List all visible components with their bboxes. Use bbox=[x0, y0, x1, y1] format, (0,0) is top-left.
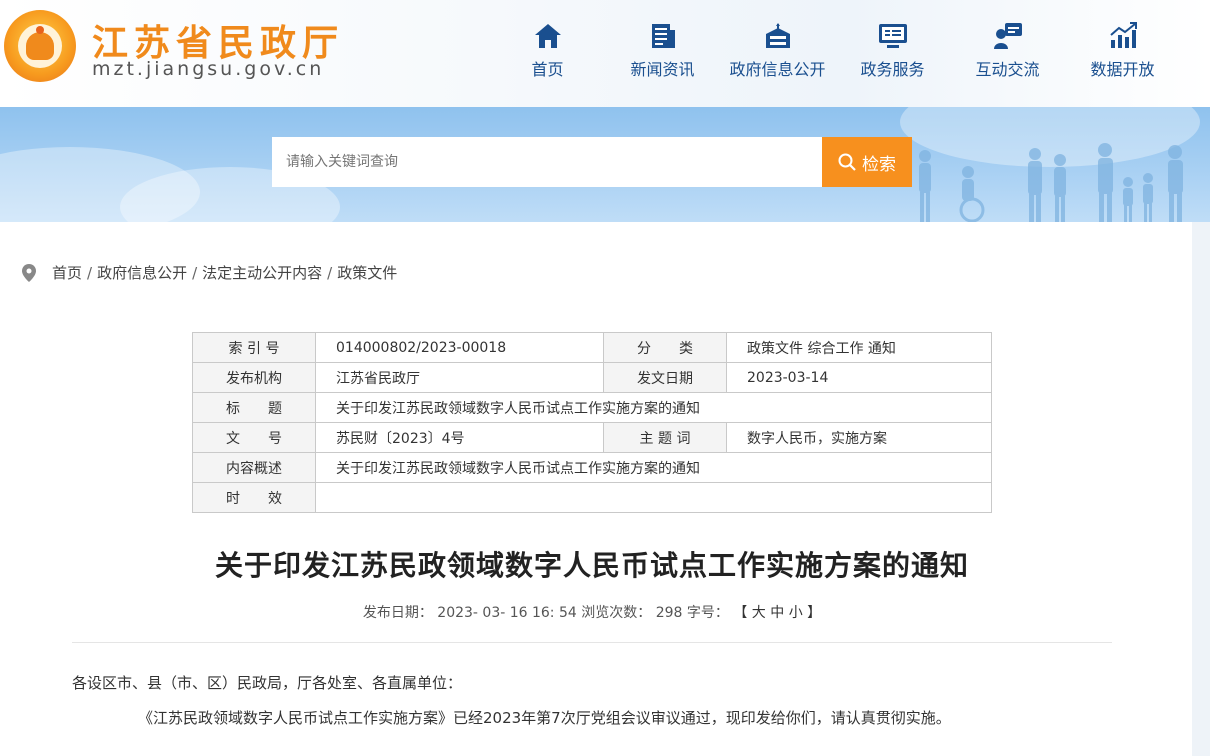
location-pin-icon bbox=[22, 263, 36, 282]
breadcrumb-home[interactable]: 首页 bbox=[52, 262, 82, 283]
bank-icon bbox=[720, 20, 835, 52]
issuer-label: 发布机构 bbox=[192, 362, 316, 393]
title-label: 标 题 bbox=[192, 392, 316, 423]
title-value: 关于印发江苏民政领域数字人民币试点工作实施方案的通知 bbox=[315, 392, 992, 423]
search-button-label: 检索 bbox=[862, 154, 896, 175]
font-size-bracket-open: 【 bbox=[733, 605, 748, 621]
breadcrumb-separator: / bbox=[192, 263, 198, 282]
search-icon bbox=[838, 153, 856, 171]
keywords-value: 数字人民币，实施方案 bbox=[726, 422, 992, 453]
site-domain: mzt.jiangsu.gov.cn bbox=[92, 58, 325, 80]
chart-icon bbox=[1065, 20, 1180, 52]
table-row: 文 号 苏民财〔2023〕4号 主 题 词 数字人民币，实施方案 bbox=[192, 422, 992, 453]
nav-label-gov-info: 政府信息公开 bbox=[729, 60, 826, 79]
nav-label-services: 政务服务 bbox=[860, 60, 925, 79]
divider bbox=[72, 642, 1112, 643]
breadcrumb-separator: / bbox=[327, 263, 333, 282]
nav-item-services[interactable]: 政务服务 bbox=[835, 20, 950, 80]
date-label: 发文日期 bbox=[603, 362, 727, 393]
search-input[interactable] bbox=[272, 137, 822, 187]
nav-label-news: 新闻资讯 bbox=[630, 60, 695, 79]
publish-date-label: 发布日期： bbox=[362, 605, 433, 621]
font-size-large-button[interactable]: 大 bbox=[752, 605, 766, 621]
interaction-icon bbox=[950, 20, 1065, 52]
table-row: 索 引 号 014000802/2023-00018 分 类 政策文件 综合工作… bbox=[192, 332, 992, 363]
validity-value bbox=[315, 482, 992, 513]
article-paragraph: 《江苏民政领域数字人民币试点工作实施方案》已经2023年第7次厅党组会议审议通过… bbox=[138, 709, 951, 727]
validity-label: 时 效 bbox=[192, 482, 316, 513]
article-info: 发布日期： 2023- 03- 16 16: 54 浏览次数： 298 字号： … bbox=[0, 602, 1184, 622]
breadcrumb-policy-docs[interactable]: 政策文件 bbox=[337, 262, 397, 283]
nav-item-data[interactable]: 数据开放 bbox=[1065, 20, 1180, 80]
logo-dot bbox=[36, 26, 44, 34]
site-logo[interactable] bbox=[4, 10, 76, 82]
index-label: 索 引 号 bbox=[192, 332, 316, 363]
search-button[interactable]: 检索 bbox=[822, 137, 912, 187]
search-banner: 检索 bbox=[0, 107, 1210, 222]
category-label: 分 类 bbox=[603, 332, 727, 363]
views-label: 浏览次数： bbox=[581, 605, 652, 621]
issuer-value: 江苏省民政厅 bbox=[315, 362, 604, 393]
nav-label-data: 数据开放 bbox=[1090, 60, 1155, 79]
nav-item-news[interactable]: 新闻资讯 bbox=[605, 20, 720, 80]
index-value: 014000802/2023-00018 bbox=[315, 332, 604, 363]
table-row: 内容概述 关于印发江苏民政领域数字人民币试点工作实施方案的通知 bbox=[192, 452, 992, 483]
font-size-small-button[interactable]: 小 bbox=[789, 605, 803, 621]
table-row: 时 效 bbox=[192, 482, 992, 513]
docno-value: 苏民财〔2023〕4号 bbox=[315, 422, 604, 453]
nav-label-home: 首页 bbox=[531, 60, 564, 79]
nav-item-gov-info[interactable]: 政府信息公开 bbox=[720, 20, 835, 80]
breadcrumb-gov-info[interactable]: 政府信息公开 bbox=[97, 262, 187, 283]
people-silhouette-decoration bbox=[919, 143, 1183, 222]
document-meta-table: 索 引 号 014000802/2023-00018 分 类 政策文件 综合工作… bbox=[192, 332, 992, 513]
docno-label: 文 号 bbox=[192, 422, 316, 453]
category-value: 政策文件 综合工作 通知 bbox=[726, 332, 992, 363]
font-size-bracket-close: 】 bbox=[807, 605, 822, 621]
font-size-medium-button[interactable]: 中 bbox=[770, 605, 784, 621]
summary-label: 内容概述 bbox=[192, 452, 316, 483]
article-paragraph: 各设区市、县（市、区）民政局，厅各处室、各直属单位： bbox=[72, 674, 463, 692]
main-nav: 首页 新闻资讯 政府信息公开 政务服务 互动交流 数据开放 bbox=[490, 20, 1180, 80]
table-row: 标 题 关于印发江苏民政领域数字人民币试点工作实施方案的通知 bbox=[192, 392, 992, 423]
nav-item-interaction[interactable]: 互动交流 bbox=[950, 20, 1065, 80]
nav-item-home[interactable]: 首页 bbox=[490, 20, 605, 80]
breadcrumb-statutory-content[interactable]: 法定主动公开内容 bbox=[202, 262, 322, 283]
font-size-label: 字号： bbox=[686, 605, 729, 621]
summary-value: 关于印发江苏民政领域数字人民币试点工作实施方案的通知 bbox=[315, 452, 992, 483]
monitor-icon bbox=[835, 20, 950, 52]
logo-emblem bbox=[26, 32, 54, 60]
nav-label-interaction: 互动交流 bbox=[975, 60, 1040, 79]
main-content: 首页 / 政府信息公开 / 法定主动公开内容 / 政策文件 索 引 号 0140… bbox=[0, 222, 1192, 756]
search-box bbox=[272, 137, 822, 187]
table-row: 发布机构 江苏省民政厅 发文日期 2023-03-14 bbox=[192, 362, 992, 393]
home-icon bbox=[490, 20, 605, 52]
news-icon bbox=[605, 20, 720, 52]
article-title: 关于印发江苏民政领域数字人民币试点工作实施方案的通知 bbox=[214, 549, 969, 582]
breadcrumb-separator: / bbox=[87, 263, 93, 282]
views-value: 298 bbox=[655, 605, 683, 621]
publish-date-value: 2023- 03- 16 16: 54 bbox=[437, 605, 577, 621]
date-value: 2023-03-14 bbox=[726, 362, 992, 393]
breadcrumb: 首页 / 政府信息公开 / 法定主动公开内容 / 政策文件 bbox=[22, 262, 397, 283]
site-header: 江苏省民政厅 mzt.jiangsu.gov.cn 首页 新闻资讯 政府信息公开… bbox=[0, 0, 1210, 107]
keywords-label: 主 题 词 bbox=[603, 422, 727, 453]
